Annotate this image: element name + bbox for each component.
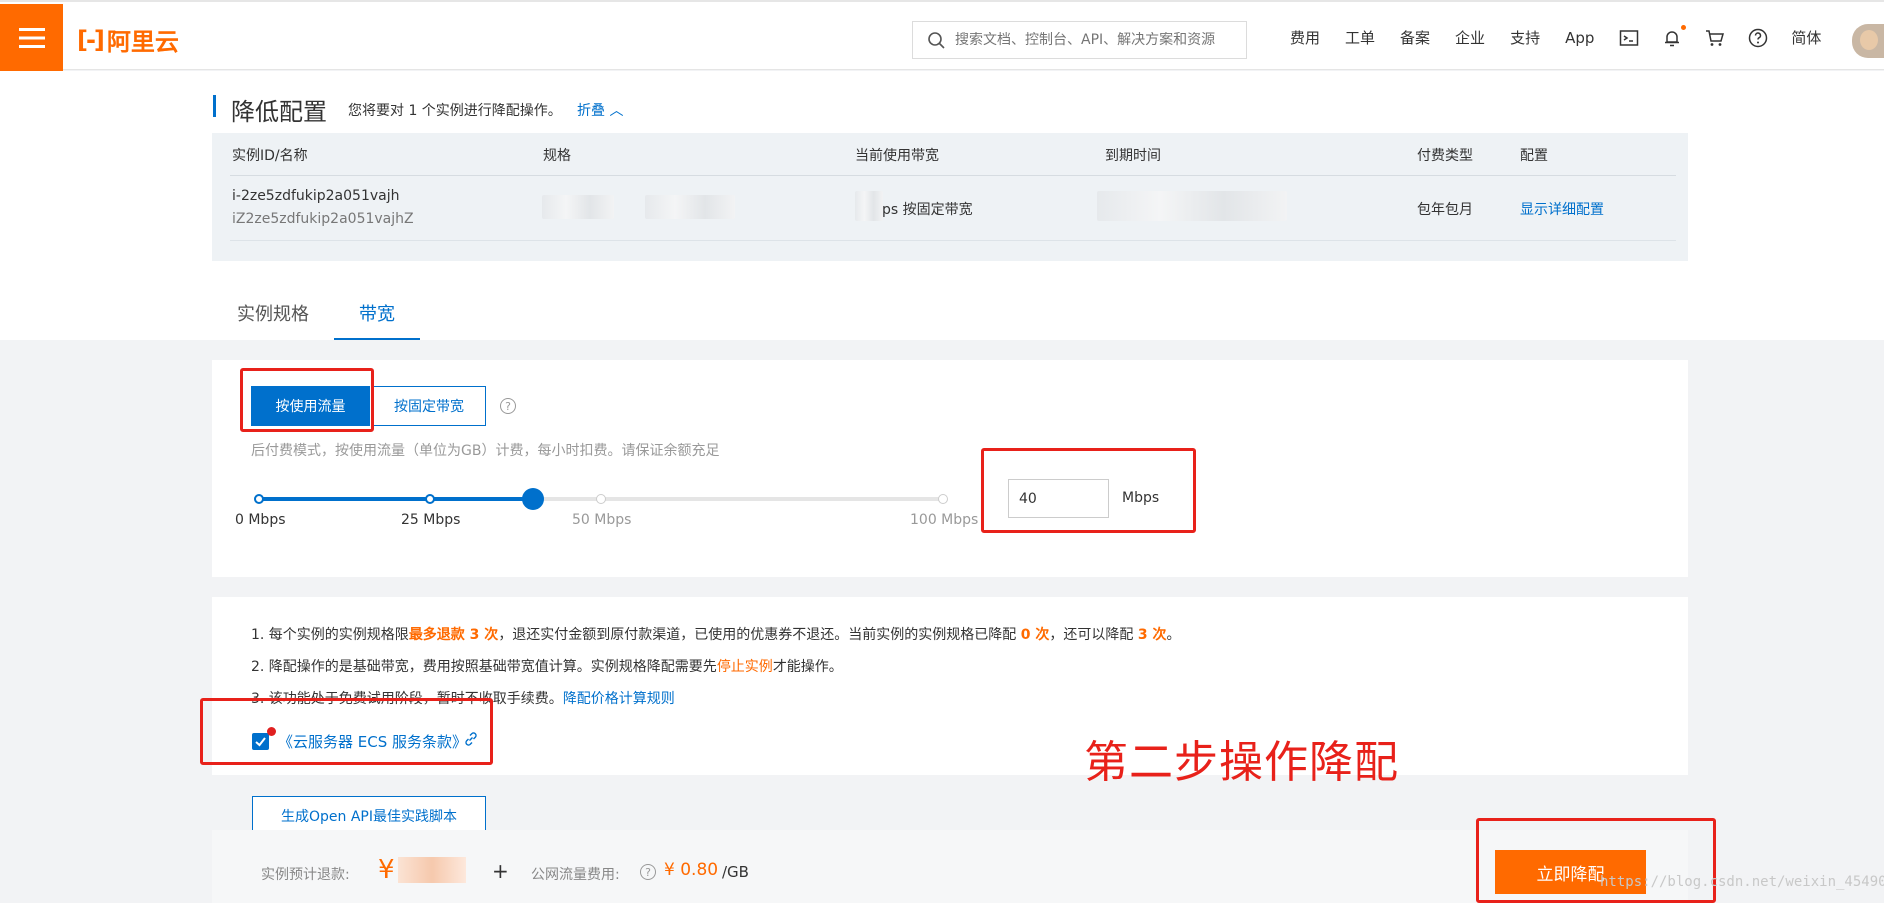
collapse-label: 折叠 [577, 103, 605, 119]
notice-1-text-2: ，退还实付金额到原付款渠道，已使用的优惠券不退还。当前实例的实例规格已降配 [498, 627, 1021, 643]
notice-1-end: 。 [1166, 627, 1181, 643]
config-tabs: 实例规格 带宽 [212, 290, 420, 340]
bell-icon[interactable] [1662, 24, 1687, 48]
table-header-divider [230, 175, 1676, 176]
annotation-box-bandwidth [981, 448, 1196, 533]
avatar[interactable] [1852, 24, 1884, 58]
tab-instance-spec[interactable]: 实例规格 [212, 290, 334, 340]
traffic-fee-price: ¥ 0.80 [664, 860, 719, 880]
slider-tick-100[interactable] [938, 494, 948, 504]
instance-id: i-2ze5zdfukip2a051vajh [232, 188, 400, 204]
cart-icon[interactable] [1705, 28, 1725, 48]
col-spec: 规格 [543, 148, 571, 164]
col-expiry: 到期时间 [1105, 148, 1161, 164]
top-bar: [-] 阿里云 费用 工单 备案 企业 支持 App 简体 [0, 0, 1884, 72]
instance-name: iZ2ze5zdfukip2a051vajhZ [232, 211, 414, 227]
chevron-up-icon: ︿ [609, 103, 624, 119]
slider-label-50: 50 Mbps [572, 512, 632, 528]
slider-label-25: 25 Mbps [401, 512, 461, 528]
lang-switch[interactable]: 简体 [1791, 27, 1821, 48]
question-icon[interactable]: ? [500, 398, 516, 414]
notice-2-end: 才能操作。 [772, 659, 843, 675]
notice-line-2: 2. 降配操作的是基础带宽，费用按照基础带宽值计算。实例规格降配需要先停止实例才… [251, 656, 843, 676]
title-accent-bar [213, 95, 216, 117]
col-instance-id: 实例ID/名称 [232, 148, 308, 164]
traffic-fee-label: 公网流量费用: [531, 867, 620, 883]
search-icon [928, 32, 945, 49]
slider-tick-50[interactable] [596, 494, 606, 504]
refund-label: 实例预计退款: [261, 867, 350, 883]
bandwidth-value: ps 按固定带宽 [882, 202, 973, 218]
collapse-link[interactable]: 折叠 ︿ [577, 100, 623, 120]
watermark: https://blog.csdn.net/weixin_45490174 [1600, 874, 1884, 890]
notice-line-1: 1. 每个实例的实例规格限最多退款 3 次，退还实付金额到原付款渠道，已使用的优… [251, 624, 1180, 644]
mode-fixed-bandwidth-button[interactable]: 按固定带宽 [372, 386, 486, 426]
col-bandwidth: 当前使用带宽 [855, 148, 939, 164]
spec-redacted [542, 195, 614, 219]
detail-config-link[interactable]: 显示详细配置 [1520, 199, 1604, 219]
terminal-icon[interactable] [1619, 28, 1639, 48]
refund-currency: ¥ [378, 855, 395, 885]
page-subtitle: 您将要对 1 个实例进行降配操作。 [348, 103, 562, 119]
bandwidth-slider-handle[interactable] [521, 488, 544, 510]
instance-table: 实例ID/名称 规格 当前使用带宽 到期时间 付费类型 配置 i-2ze5zdf… [212, 133, 1688, 261]
nav-enterprise[interactable]: 企业 [1455, 27, 1485, 48]
logo-text: 阿里云 [106, 28, 179, 56]
notice-1-count-left: 3 次 [1137, 627, 1167, 643]
bandwidth-redacted [855, 191, 883, 221]
notice-1-text-3: ，还可以降配 [1049, 627, 1138, 643]
nav-tickets[interactable]: 工单 [1345, 27, 1375, 48]
annotation-box-mode [240, 368, 374, 432]
traffic-fee-unit: /GB [722, 863, 749, 881]
notification-dot [1681, 24, 1687, 30]
tab-bandwidth[interactable]: 带宽 [334, 290, 420, 340]
notice-1-text: 1. 每个实例的实例规格限 [251, 627, 409, 643]
help-icon[interactable] [1748, 28, 1768, 48]
slider-label-0: 0 Mbps [235, 512, 286, 528]
aliyun-logo-icon: [-] [77, 25, 105, 54]
refund-amount-redacted [398, 857, 466, 883]
slider-tick-0[interactable] [254, 494, 264, 504]
menu-icon[interactable] [0, 4, 63, 72]
page-title: 降低配置 [231, 98, 327, 126]
notice-1-highlight: 最多退款 3 次 [408, 627, 499, 643]
search-box[interactable] [912, 21, 1247, 59]
bandwidth-slider-fill [259, 497, 533, 501]
price-rules-link[interactable]: 降配价格计算规则 [563, 691, 675, 707]
nav-icp[interactable]: 备案 [1400, 27, 1430, 48]
annotation-box-agreement [200, 698, 493, 765]
aliyun-logo[interactable]: [-] 阿里云 [77, 22, 179, 57]
slider-label-100: 100 Mbps [910, 512, 979, 528]
avatar-face [1860, 30, 1878, 50]
col-billing: 付费类型 [1417, 148, 1473, 164]
notice-1-count-done: 0 次 [1020, 627, 1050, 643]
nav-support[interactable]: 支持 [1510, 27, 1540, 48]
expiry-redacted [1097, 191, 1287, 221]
nav-app[interactable]: App [1565, 29, 1594, 47]
traffic-question-icon[interactable]: ? [640, 864, 656, 880]
annotation-box-submit [1476, 818, 1716, 903]
billing-type: 包年包月 [1417, 202, 1473, 218]
search-input[interactable] [955, 32, 1235, 48]
table-row-divider [230, 240, 1676, 241]
slider-tick-25[interactable] [425, 494, 435, 504]
plus-sign: + [492, 859, 509, 883]
spec-redacted-2 [645, 195, 735, 219]
top-nav: 费用 工单 备案 企业 支持 App 简体 [1290, 24, 1846, 48]
billing-hint: 后付费模式，按使用流量（单位为GB）计费，每小时扣费。请保证余额充足 [251, 443, 720, 459]
nav-fees[interactable]: 费用 [1290, 27, 1320, 48]
col-config: 配置 [1520, 148, 1548, 164]
annotation-text: 第二步操作降配 [1084, 737, 1399, 788]
stop-instance-link[interactable]: 停止实例 [717, 659, 773, 675]
notice-2-text: 2. 降配操作的是基础带宽，费用按照基础带宽值计算。实例规格降配需要先 [251, 659, 717, 675]
